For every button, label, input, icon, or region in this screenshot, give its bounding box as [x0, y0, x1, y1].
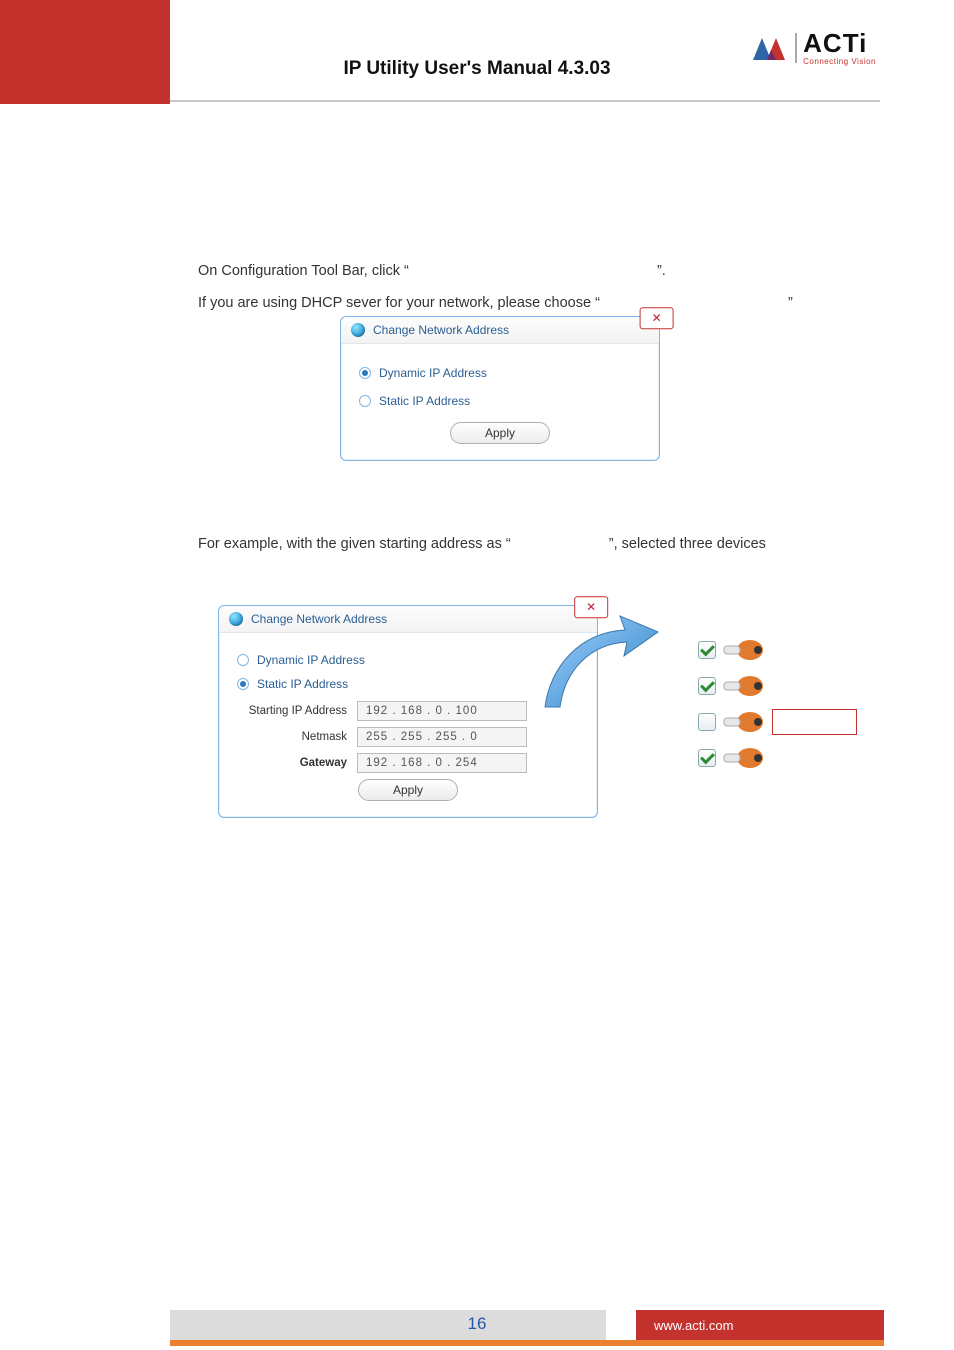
device-list — [698, 632, 898, 776]
camera-icon — [722, 637, 764, 663]
logo-separator — [795, 33, 797, 63]
radio-static-ip[interactable]: Static IP Address — [237, 677, 579, 691]
radio-dynamic-ip[interactable]: Dynamic IP Address — [237, 653, 579, 667]
netmask-input[interactable]: 255 . 255 . 255 . 0 — [357, 727, 527, 747]
body-line-2b: ” — [788, 295, 793, 311]
body-line-1: On Configuration Tool Bar, click “ ”. — [198, 256, 666, 288]
radio-label: Dynamic IP Address — [257, 653, 365, 667]
checkbox-icon[interactable] — [698, 749, 716, 767]
logo-text: ACTi Connecting Vision — [803, 30, 876, 66]
gateway-input[interactable]: 192 . 168 . 0 . 254 — [357, 753, 527, 773]
field-label: Netmask — [237, 731, 347, 743]
device-row — [698, 740, 898, 776]
field-netmask: Netmask 255 . 255 . 255 . 0 — [237, 727, 579, 747]
field-gateway: Gateway 192 . 168 . 0 . 254 — [237, 753, 579, 773]
close-icon[interactable]: ✕ — [640, 307, 674, 329]
dialog-body: Dynamic IP Address Static IP Address App… — [341, 344, 659, 460]
logo-main-text: ACTi — [803, 30, 876, 56]
apply-button[interactable]: Apply — [358, 779, 458, 801]
radio-label: Dynamic IP Address — [379, 366, 487, 380]
footer-accent-line — [170, 1340, 884, 1346]
body-line-1a: On Configuration Tool Bar, click “ — [198, 263, 409, 279]
close-icon[interactable]: ✕ — [574, 596, 608, 618]
page-header: IP Utility User's Manual 4.3.03 ACTi Con… — [0, 0, 954, 104]
page-root: IP Utility User's Manual 4.3.03 ACTi Con… — [0, 0, 954, 1350]
field-label: Gateway — [237, 757, 347, 769]
radio-label: Static IP Address — [257, 677, 348, 691]
dialog-title-bar: Change Network Address — [219, 606, 597, 633]
body-line-3b: ”, selected three devices — [609, 536, 766, 552]
dialog-body: Dynamic IP Address Static IP Address Sta… — [219, 633, 597, 817]
footer-bar-right: www.acti.com — [636, 1310, 884, 1340]
dialog-frame: Change Network Address Dynamic IP Addres… — [340, 316, 660, 461]
body-line-3a: For example, with the given starting add… — [198, 536, 511, 552]
dialog-title-text: Change Network Address — [373, 323, 509, 337]
body-line-1b: ”. — [657, 263, 666, 279]
camera-icon — [722, 709, 764, 735]
radio-static-ip[interactable]: Static IP Address — [359, 394, 641, 408]
camera-icon — [722, 745, 764, 771]
highlight-box — [772, 709, 857, 735]
device-row — [698, 668, 898, 704]
radio-icon — [359, 395, 371, 407]
radio-icon — [237, 654, 249, 666]
dialog-change-network-2: ✕ Change Network Address Dynamic IP Addr… — [218, 605, 598, 818]
checkbox-icon[interactable] — [698, 677, 716, 695]
starting-ip-input[interactable]: 192 . 168 . 0 . 100 — [357, 701, 527, 721]
body-line-2a: If you are using DHCP sever for your net… — [198, 295, 600, 311]
globe-icon — [351, 323, 365, 337]
header-rule — [170, 100, 880, 102]
dialog-title-bar: Change Network Address — [341, 317, 659, 344]
radio-label: Static IP Address — [379, 394, 470, 408]
dialog-change-network-1: ✕ Change Network Address Dynamic IP Addr… — [340, 316, 660, 461]
dialog-title-text: Change Network Address — [251, 612, 387, 626]
logo-sub-text: Connecting Vision — [803, 58, 876, 66]
field-label: Starting IP Address — [237, 705, 347, 717]
body-line-3: For example, with the given starting add… — [198, 529, 766, 561]
globe-icon — [229, 612, 243, 626]
brand-logo: ACTi Connecting Vision — [749, 30, 876, 66]
device-row-unselected — [698, 704, 898, 740]
dialog-frame: Change Network Address Dynamic IP Addres… — [218, 605, 598, 818]
logo-mark-icon — [749, 32, 789, 64]
footer-site-link[interactable]: www.acti.com — [654, 1318, 733, 1333]
device-row — [698, 632, 898, 668]
apply-button[interactable]: Apply — [450, 422, 550, 444]
checkbox-icon[interactable] — [698, 641, 716, 659]
radio-icon — [237, 678, 249, 690]
camera-icon — [722, 673, 764, 699]
radio-icon — [359, 367, 371, 379]
radio-dynamic-ip[interactable]: Dynamic IP Address — [359, 366, 641, 380]
field-starting-ip: Starting IP Address 192 . 168 . 0 . 100 — [237, 701, 579, 721]
checkbox-icon[interactable] — [698, 713, 716, 731]
